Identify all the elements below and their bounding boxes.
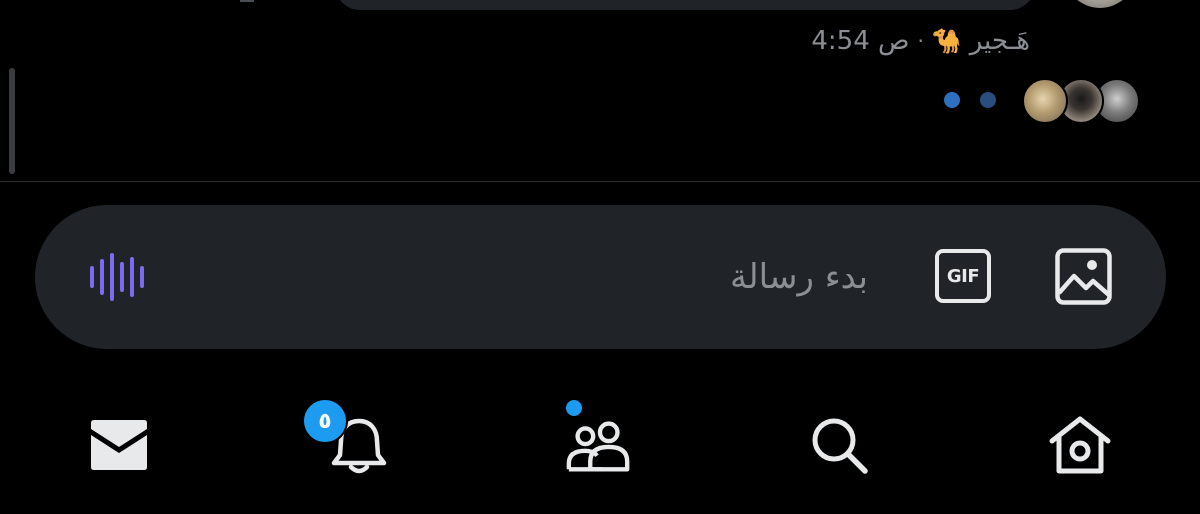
typing-indicator — [944, 92, 996, 108]
home-icon — [1049, 416, 1111, 474]
wave-bar — [100, 259, 104, 295]
sender-name: هَـجير — [969, 26, 1030, 56]
meta-separator: · — [917, 29, 924, 53]
sender-avatar[interactable] — [1064, 0, 1136, 8]
wave-bar — [110, 253, 114, 301]
wave-bar — [120, 262, 124, 292]
sender-emoji: 🐪 — [931, 27, 962, 55]
gif-label: GIF — [946, 265, 980, 287]
wave-bar — [90, 266, 94, 288]
communities-new-dot — [566, 400, 582, 416]
nav-communities[interactable] — [564, 410, 634, 480]
message-timestamp: 4:54 ص — [811, 26, 910, 56]
wave-bar — [130, 257, 134, 297]
reader-avatar — [1022, 78, 1068, 124]
image-icon[interactable] — [1055, 248, 1112, 305]
nav-home[interactable] — [1045, 410, 1115, 480]
typing-dot — [944, 92, 960, 108]
communities-icon — [566, 421, 630, 472]
search-icon — [812, 418, 868, 474]
nav-messages[interactable] — [84, 410, 154, 480]
typing-dot — [980, 92, 996, 108]
gif-button[interactable]: GIF — [935, 249, 991, 303]
composer-divider — [0, 181, 1200, 182]
mail-icon — [91, 420, 147, 470]
voice-wave-icon[interactable] — [90, 252, 144, 302]
message-meta: 4:54 ص · 🐪 هَـجير — [811, 24, 1030, 58]
nav-search[interactable] — [804, 410, 874, 480]
message-input[interactable]: بدء رسالة — [600, 252, 868, 302]
previous-message-bubble[interactable] — [335, 0, 1035, 10]
previous-message-tail — [240, 0, 254, 6]
read-receipts[interactable] — [1022, 78, 1146, 124]
scrollbar[interactable] — [9, 68, 15, 174]
notification-badge: ٥ — [302, 398, 348, 444]
wave-bar — [140, 266, 144, 288]
